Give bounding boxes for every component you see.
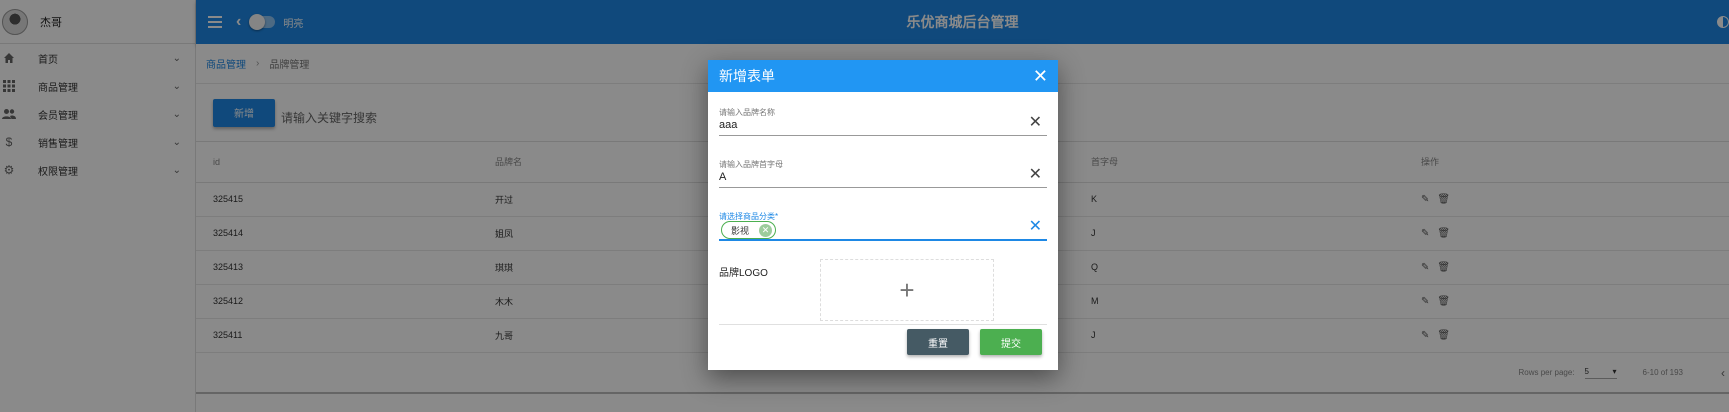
brand-letter-field[interactable]: 请输入品牌首字母 A ✕ xyxy=(719,144,1047,196)
field-underline xyxy=(719,239,1047,241)
clear-icon[interactable]: ✕ xyxy=(1029,115,1042,131)
field-underline xyxy=(719,135,1047,136)
brand-letter-label: 请输入品牌首字母 xyxy=(719,160,783,169)
add-brand-dialog: 新增表单 ✕ 请输入品牌名称 aaa ✕ 请输入品牌首字母 A ✕ 请选择商品分… xyxy=(708,60,1058,370)
chip-remove-icon[interactable]: ✕ xyxy=(759,223,773,237)
plus-icon: + xyxy=(899,274,915,305)
dialog-actions: 重置 提交 xyxy=(708,329,1042,355)
brand-name-field[interactable]: 请输入品牌名称 aaa ✕ xyxy=(719,92,1047,144)
close-icon[interactable]: ✕ xyxy=(1033,67,1048,85)
logo-upload-row: 品牌LOGO + xyxy=(719,259,1047,325)
dialog-header: 新增表单 ✕ xyxy=(708,60,1058,92)
field-underline xyxy=(719,187,1047,188)
reset-button[interactable]: 重置 xyxy=(907,329,969,355)
category-select-field[interactable]: 请选择商品分类* 影视 ✕ ✕ xyxy=(719,196,1047,248)
logo-upload-area[interactable]: + xyxy=(820,259,994,321)
dialog-title: 新增表单 xyxy=(719,68,775,84)
logo-label: 品牌LOGO xyxy=(719,268,768,279)
clear-icon[interactable]: ✕ xyxy=(1029,219,1042,235)
brand-name-value[interactable]: aaa xyxy=(719,119,737,131)
category-chip[interactable]: 影视 ✕ xyxy=(721,221,777,239)
submit-button[interactable]: 提交 xyxy=(980,329,1042,355)
clear-icon[interactable]: ✕ xyxy=(1029,167,1042,183)
category-chip-label: 影视 xyxy=(731,225,750,236)
brand-letter-value[interactable]: A xyxy=(719,171,726,183)
brand-name-label: 请输入品牌名称 xyxy=(719,108,775,117)
